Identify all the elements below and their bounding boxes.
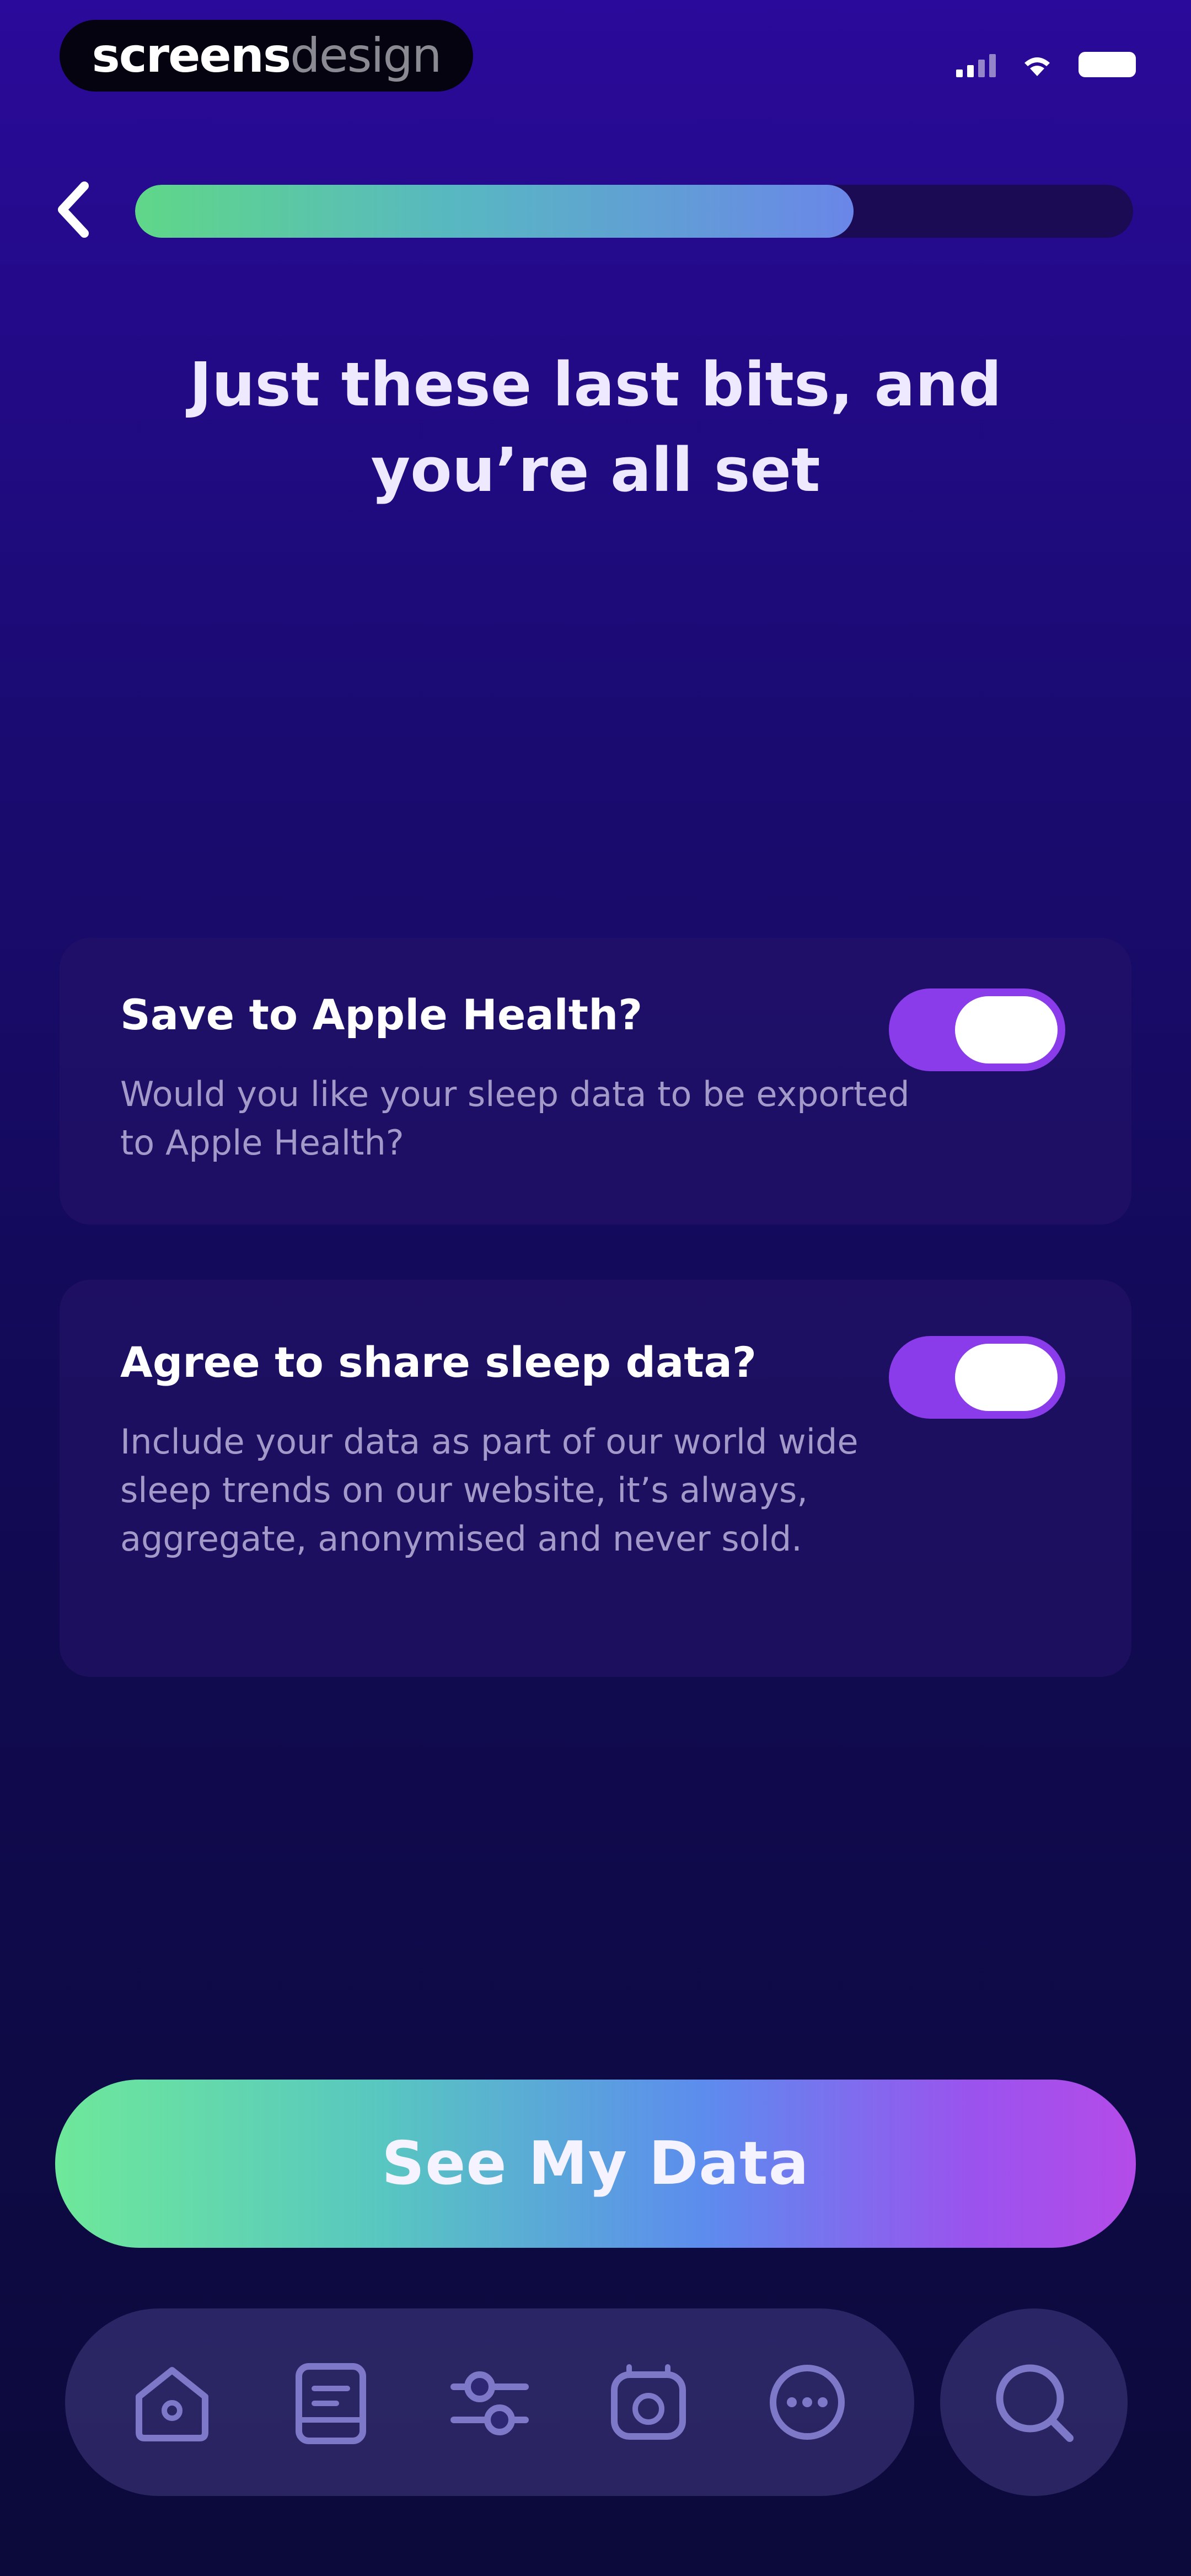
signal-icon xyxy=(956,53,996,77)
more-icon xyxy=(770,2365,845,2440)
alarm-icon xyxy=(611,2364,686,2440)
setting-card-apple-health: Save to Apple Health? Would you like you… xyxy=(60,938,1131,1225)
brand-watermark: screens design xyxy=(60,20,473,92)
apple-health-toggle[interactable] xyxy=(889,988,1065,1071)
battery-icon xyxy=(1079,52,1136,77)
status-bar xyxy=(956,50,1136,77)
home-icon xyxy=(136,2367,208,2441)
search-button[interactable] xyxy=(940,2308,1128,2496)
sliders-icon xyxy=(450,2371,529,2435)
bottom-nav xyxy=(65,2308,914,2496)
journal-icon xyxy=(296,2363,366,2444)
setting-title: Agree to share sleep data? xyxy=(120,1338,757,1387)
onboarding-screen: screens design Just these last bits, and … xyxy=(0,0,1191,2576)
nav-journal[interactable] xyxy=(278,2350,383,2455)
progress-bar xyxy=(135,185,1133,238)
progress-bar-fill xyxy=(135,185,854,238)
toggle-knob xyxy=(955,996,1058,1063)
toggle-knob xyxy=(955,1344,1058,1411)
brand-light-text: design xyxy=(290,28,442,83)
setting-description: Would you like your sleep data to be exp… xyxy=(120,1074,910,1163)
setting-card-share-data: Agree to share sleep data? Include your … xyxy=(60,1280,1131,1677)
see-my-data-button[interactable]: See My Data xyxy=(55,2080,1136,2248)
setting-description: Include your data as part of our world w… xyxy=(120,1421,859,1559)
page-title: Just these last bits, and you’re all set xyxy=(189,349,1002,505)
brand-strong-text: screens xyxy=(92,28,292,83)
back-button[interactable] xyxy=(49,177,98,243)
setting-title: Save to Apple Health? xyxy=(120,990,643,1039)
nav-home[interactable] xyxy=(120,2350,224,2455)
nav-alarm[interactable] xyxy=(596,2350,701,2455)
share-data-toggle[interactable] xyxy=(889,1336,1065,1419)
chevron-left-icon xyxy=(58,181,89,238)
nav-adjust[interactable] xyxy=(437,2350,542,2455)
nav-more[interactable] xyxy=(755,2350,860,2455)
wifi-icon xyxy=(1024,57,1050,76)
search-icon xyxy=(996,2364,1074,2442)
